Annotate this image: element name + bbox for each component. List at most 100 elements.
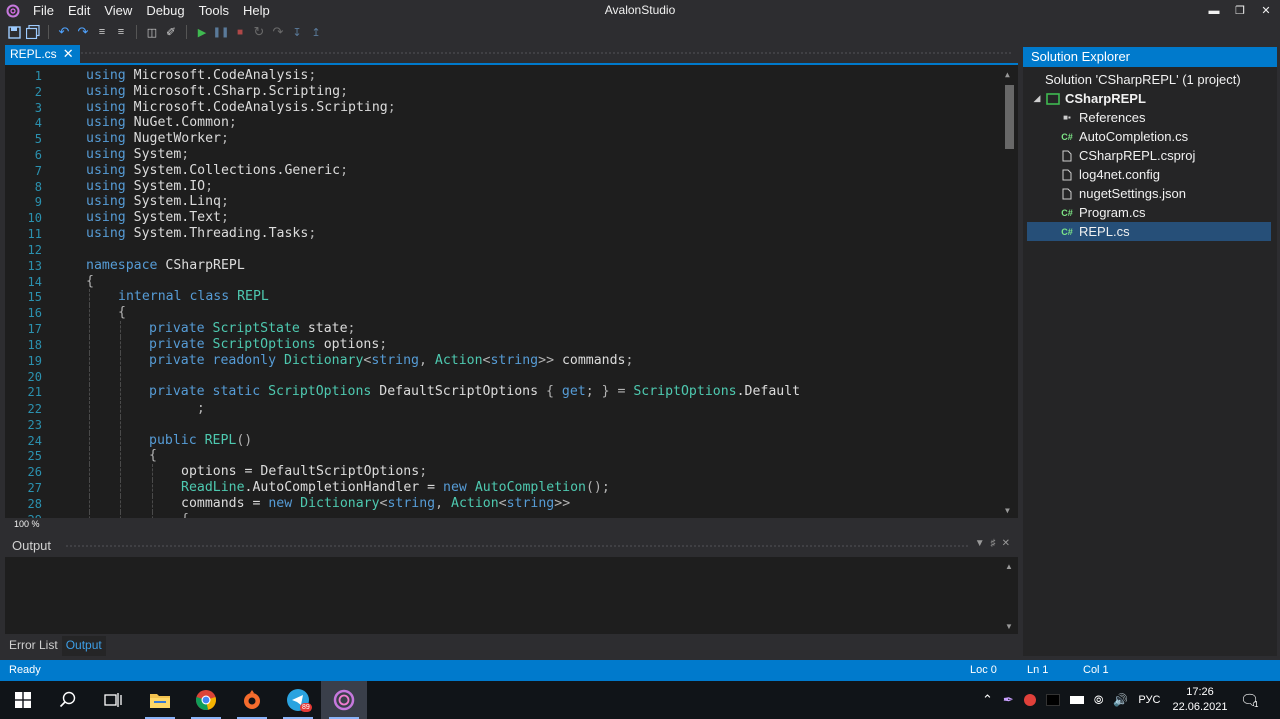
code-line[interactable]: 2 using Microsoft.CSharp.Scripting;	[5, 84, 1000, 100]
chevron-up-icon[interactable]: ⌃	[982, 692, 993, 708]
code-line[interactable]: 23	[5, 417, 1000, 433]
menu-file[interactable]: File	[26, 0, 61, 21]
tree-item-references[interactable]: ■▪ References	[1027, 108, 1271, 127]
code-line[interactable]: 7 using System.Collections.Generic;	[5, 163, 1000, 179]
code-line[interactable]: 19 private readonly Dictionary<string, Ac…	[5, 353, 1000, 369]
code-line[interactable]: 13 namespace CSharpREPL	[5, 258, 1000, 274]
code-line[interactable]: 24 public REPL()	[5, 433, 1000, 449]
code-line[interactable]: 4 using NuGet.Common;	[5, 115, 1000, 131]
terminal-icon[interactable]	[1045, 694, 1060, 706]
tree-item-file[interactable]: CSharpREPL.csproj	[1027, 146, 1271, 165]
search-icon[interactable]	[45, 681, 91, 719]
telegram-icon[interactable]: 89	[275, 681, 321, 719]
scroll-up-icon[interactable]: ▲	[1005, 562, 1013, 571]
code-line[interactable]: 9 using System.Linq;	[5, 194, 1000, 210]
menu-tools[interactable]: Tools	[192, 0, 236, 21]
scroll-down-icon[interactable]: ▼	[1005, 622, 1013, 631]
dropdown-icon[interactable]: ▼	[975, 538, 985, 549]
line-number: 10	[27, 211, 42, 225]
menu-debug[interactable]: Debug	[139, 0, 191, 21]
step-out-icon[interactable]: ↥	[308, 24, 324, 40]
code-line[interactable]: 1 using Microsoft.CodeAnalysis;	[5, 68, 1000, 84]
code-line[interactable]: 10 using System.Text;	[5, 210, 1000, 226]
menu-edit[interactable]: Edit	[61, 0, 97, 21]
tree-item-solution[interactable]: Solution 'CSharpREPL' (1 project)	[1027, 70, 1271, 89]
pause-icon[interactable]: ❚❚	[213, 24, 230, 40]
code-line[interactable]: 14 {	[5, 274, 1000, 290]
clock[interactable]: 17:26 22.06.2021	[1167, 685, 1233, 715]
code-line[interactable]: 21 private static ScriptOptions DefaultSc…	[5, 384, 1000, 400]
tree-item-file[interactable]: nugetSettings.json	[1027, 184, 1271, 203]
scrollbar-thumb[interactable]	[1005, 85, 1014, 149]
code-token: state	[299, 321, 348, 336]
language-indicator[interactable]: РУС	[1138, 694, 1160, 706]
code-line[interactable]: 8 using System.IO;	[5, 179, 1000, 195]
code-line[interactable]: 27 ReadLine.AutoCompletionHandler = new A…	[5, 480, 1000, 496]
pin-icon[interactable]: ♯	[991, 538, 996, 549]
code-line[interactable]: 17 private ScriptState state;	[5, 321, 1000, 337]
build-icon[interactable]: ◫	[144, 24, 160, 40]
chrome-icon[interactable]	[183, 681, 229, 719]
battery-icon[interactable]	[1069, 696, 1084, 704]
code-line[interactable]: 25 {	[5, 448, 1000, 464]
tab-output[interactable]: Output	[61, 636, 106, 656]
stop-icon[interactable]: ■	[232, 24, 248, 40]
uncomment-icon[interactable]: ≡	[113, 24, 129, 40]
save-all-icon[interactable]	[25, 24, 41, 40]
step-over-icon[interactable]: ↷	[270, 24, 286, 40]
tab-error-list[interactable]: Error List	[5, 636, 62, 656]
step-into-icon[interactable]: ↧	[289, 24, 305, 40]
windows-start-icon[interactable]	[0, 681, 46, 719]
volume-icon[interactable]: 🔊	[1113, 693, 1128, 707]
code-line[interactable]: 3 using Microsoft.CodeAnalysis.Scripting;	[5, 100, 1000, 116]
output-vertical-scrollbar[interactable]: ▲ ▼	[1002, 557, 1018, 634]
minimize-icon[interactable]: ▬	[1208, 5, 1220, 17]
output-panel-body[interactable]: ▲ ▼	[5, 557, 1018, 634]
save-icon[interactable]	[6, 24, 22, 40]
menu-help[interactable]: Help	[236, 0, 277, 21]
origin-icon[interactable]	[229, 681, 275, 719]
restore-icon[interactable]: ❐	[1234, 4, 1246, 17]
close-icon[interactable]: ✕	[63, 46, 74, 62]
undo-icon[interactable]: ↶	[56, 24, 72, 40]
code-line[interactable]: 22 ;	[5, 401, 1000, 417]
code-line[interactable]: 18 private ScriptOptions options;	[5, 337, 1000, 353]
editor-vertical-scrollbar[interactable]: ▲ ▼	[1002, 65, 1018, 518]
task-view-icon[interactable]	[90, 681, 136, 719]
avalonstudio-icon[interactable]	[321, 681, 367, 719]
comment-icon[interactable]: ≡	[94, 24, 110, 40]
close-icon[interactable]: ✕	[1260, 4, 1272, 17]
code-text: {	[118, 305, 126, 321]
code-editor[interactable]: 1 using Microsoft.CodeAnalysis; 2 using Mic…	[5, 65, 1018, 518]
redo-icon[interactable]: ↷	[75, 24, 91, 40]
code-line[interactable]: 15 internal class REPL	[5, 289, 1000, 305]
close-icon[interactable]: ✕	[1002, 538, 1010, 549]
wifi-icon[interactable]: ⦾	[1094, 693, 1104, 708]
zoom-level[interactable]: 100 %	[14, 518, 40, 530]
tree-item-project[interactable]: ◢ CSharpREPL	[1027, 89, 1271, 108]
code-line[interactable]: 11 using System.Threading.Tasks;	[5, 226, 1000, 242]
menu-view[interactable]: View	[97, 0, 139, 21]
expand-arrow-icon[interactable]: ◢	[1031, 93, 1043, 104]
clean-icon[interactable]: ✐	[163, 24, 179, 40]
code-line[interactable]: 28 commands = new Dictionary<string, Acti…	[5, 496, 1000, 512]
tree-item-file[interactable]: C# AutoCompletion.cs	[1027, 127, 1271, 146]
tab-repl-cs[interactable]: REPL.cs ✕	[5, 45, 80, 63]
vpn-icon[interactable]	[1023, 694, 1036, 706]
code-line[interactable]: 16 {	[5, 305, 1000, 321]
code-line[interactable]: 6 using System;	[5, 147, 1000, 163]
code-line[interactable]: 26 options = DefaultScriptOptions;	[5, 464, 1000, 480]
restart-icon[interactable]: ↻	[251, 24, 267, 40]
scroll-up-icon[interactable]: ▲	[1005, 70, 1010, 79]
tree-item-file-selected[interactable]: C# REPL.cs	[1027, 222, 1271, 241]
file-explorer-icon[interactable]	[137, 681, 183, 719]
code-line[interactable]: 20	[5, 369, 1000, 385]
pen-icon[interactable]: ✒	[1003, 692, 1014, 708]
notification-center[interactable]: 🗨 1	[1240, 681, 1259, 719]
code-line[interactable]: 12	[5, 242, 1000, 258]
scroll-down-icon[interactable]: ▼	[1005, 506, 1010, 515]
run-icon[interactable]: ▶	[194, 24, 210, 40]
tree-item-file[interactable]: log4net.config	[1027, 165, 1271, 184]
tree-item-file[interactable]: C# Program.cs	[1027, 203, 1271, 222]
code-line[interactable]: 5 using NugetWorker;	[5, 131, 1000, 147]
